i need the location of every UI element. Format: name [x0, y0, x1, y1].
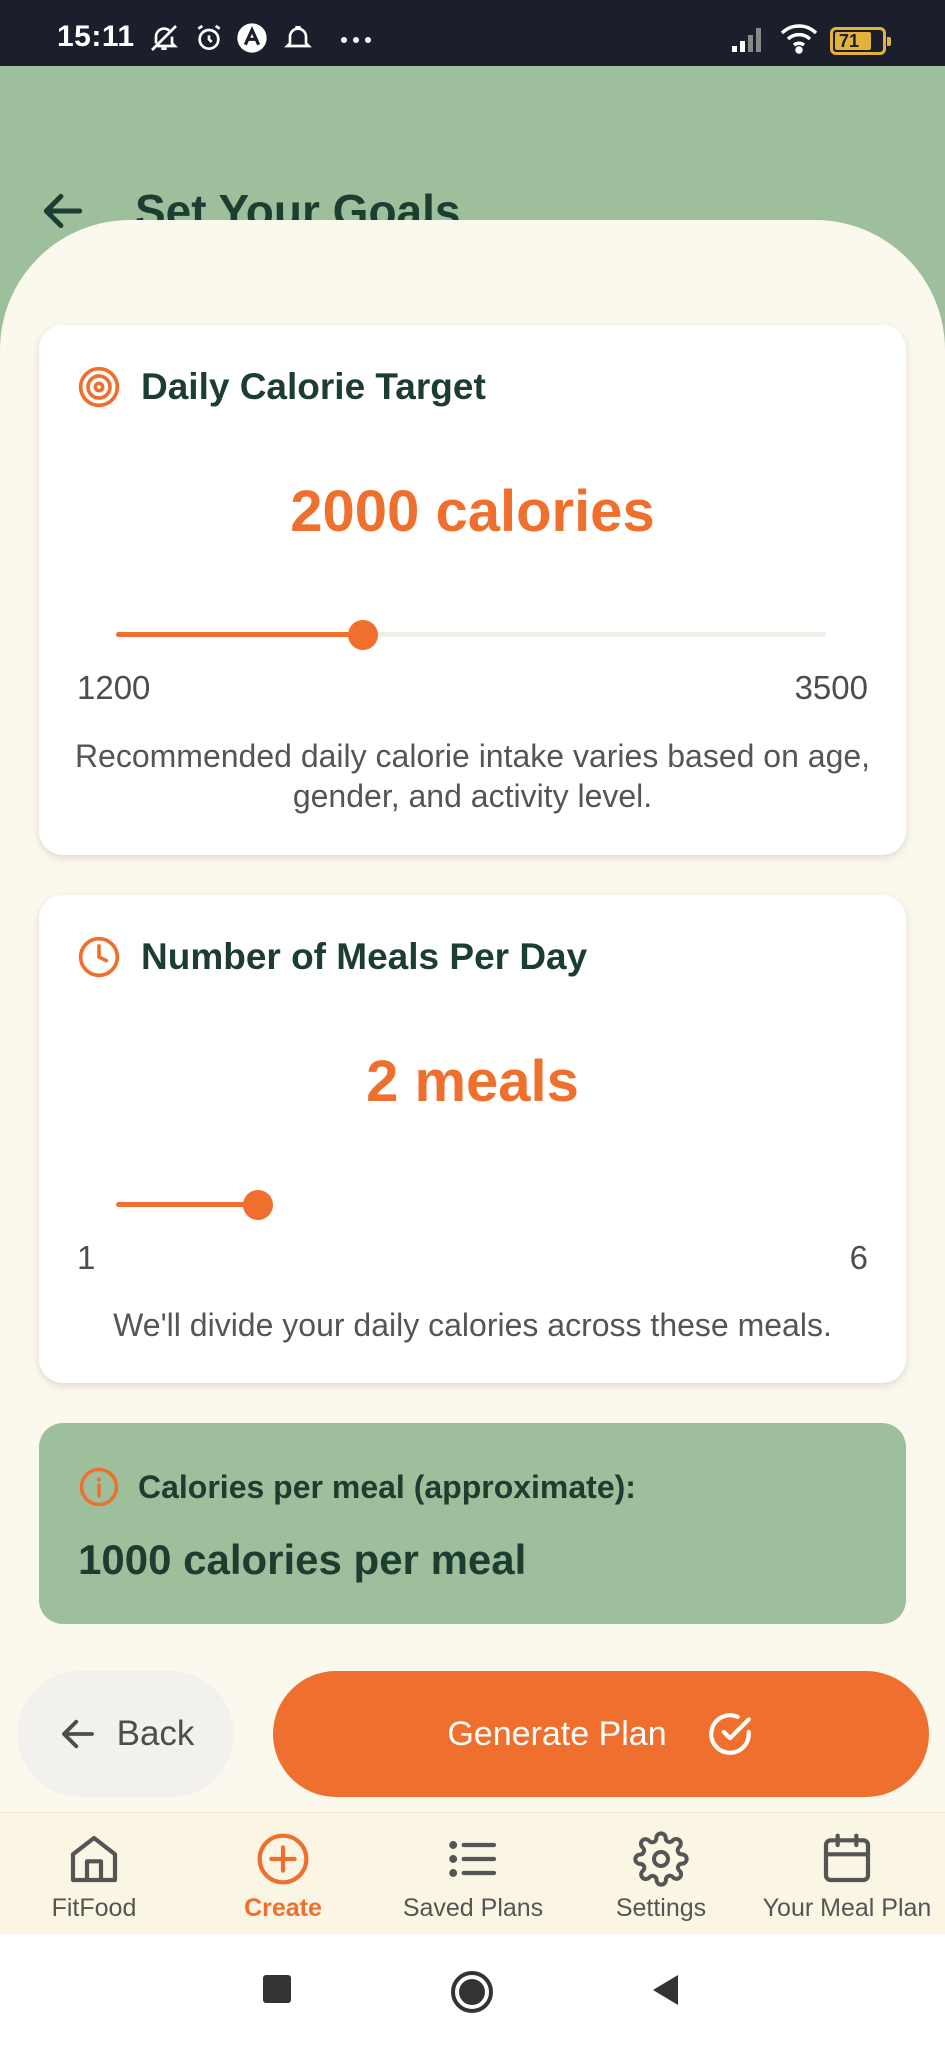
- calorie-value: 2000 calories: [290, 479, 655, 544]
- status-time: 15:11: [57, 20, 135, 53]
- meals-slider[interactable]: [116, 1185, 826, 1225]
- meals-slider-fill: [116, 1202, 258, 1207]
- battery-level: 71: [839, 31, 860, 51]
- nav-item-fitfood[interactable]: FitFood: [34, 1813, 154, 1935]
- home-icon: [70, 1835, 118, 1883]
- nav-label-your-meal-plan: Your Meal Plan: [762, 1894, 932, 1922]
- home-button-icon[interactable]: [450, 1970, 494, 2014]
- alarm-icon: [197, 24, 221, 50]
- app-a-icon: [237, 23, 267, 53]
- nav-label-create: Create: [244, 1894, 322, 1922]
- nav-item-settings[interactable]: Settings: [601, 1813, 721, 1935]
- status-bar: 15:11 71: [0, 0, 945, 66]
- system-navigation-bar: [0, 1934, 945, 2048]
- meals-card-title: Number of Meals Per Day: [141, 936, 588, 977]
- calorie-description: Recommended daily calorie intake varies …: [74, 738, 871, 814]
- notifications-off-icon: [151, 25, 178, 51]
- plus-circle-icon: [257, 1833, 309, 1885]
- calorie-card-title: Daily Calorie Target: [141, 366, 486, 407]
- meals-slider-thumb[interactable]: [243, 1190, 273, 1220]
- calories-per-meal-value: 1000 calories per meal: [78, 1536, 527, 1583]
- bell-icon: [284, 26, 312, 48]
- meals-max-label: 6: [849, 1239, 868, 1276]
- nav-label-fitfood: FitFood: [51, 1894, 137, 1922]
- back-button[interactable]: Back: [17, 1671, 234, 1797]
- generate-plan-button[interactable]: Generate Plan: [273, 1671, 929, 1797]
- info-icon: [79, 1467, 119, 1507]
- calories-per-meal-box: Calories per meal (approximate): 1000 ca…: [39, 1423, 906, 1624]
- calorie-min-label: 1200: [77, 669, 151, 706]
- target-icon: [78, 366, 120, 408]
- back-button-label: Back: [116, 1714, 195, 1753]
- meals-description: We'll divide your daily calories across …: [113, 1307, 832, 1343]
- calorie-slider-thumb[interactable]: [348, 620, 378, 650]
- nav-label-settings: Settings: [615, 1894, 707, 1922]
- arrow-left-icon: [61, 1719, 94, 1749]
- battery-icon: 71: [830, 27, 891, 55]
- calendar-icon: [823, 1833, 871, 1883]
- check-circle-icon: [708, 1713, 751, 1755]
- back-triangle-icon[interactable]: [650, 1973, 680, 2007]
- signal-icon: [732, 28, 761, 52]
- meals-min-label: 1: [77, 1239, 96, 1276]
- recents-icon[interactable]: [262, 1974, 292, 2004]
- more-icon: [341, 37, 371, 43]
- calorie-target-card: Daily Calorie Target 2000 calories 1200 …: [39, 325, 906, 855]
- calorie-slider-fill: [116, 632, 363, 637]
- meals-per-day-card: Number of Meals Per Day 2 meals 1 6 We'l…: [39, 895, 906, 1383]
- clock-icon: [78, 936, 120, 978]
- nav-item-create[interactable]: Create: [223, 1813, 343, 1935]
- nav-label-saved-plans: Saved Plans: [402, 1894, 544, 1922]
- wifi-icon: [780, 24, 818, 54]
- calories-per-meal-label: Calories per meal (approximate):: [138, 1468, 636, 1505]
- nav-item-your-meal-plan[interactable]: Your Meal Plan: [757, 1813, 937, 1935]
- calorie-slider[interactable]: [116, 615, 826, 655]
- list-icon: [449, 1841, 497, 1877]
- meals-value: 2 meals: [366, 1049, 579, 1114]
- bottom-navigation: FitFood Create Saved Plans Settings Your…: [0, 1812, 945, 1934]
- generate-plan-label: Generate Plan: [447, 1714, 667, 1753]
- gear-icon: [633, 1831, 689, 1887]
- nav-item-saved-plans[interactable]: Saved Plans: [393, 1813, 553, 1935]
- calorie-max-label: 3500: [794, 669, 868, 706]
